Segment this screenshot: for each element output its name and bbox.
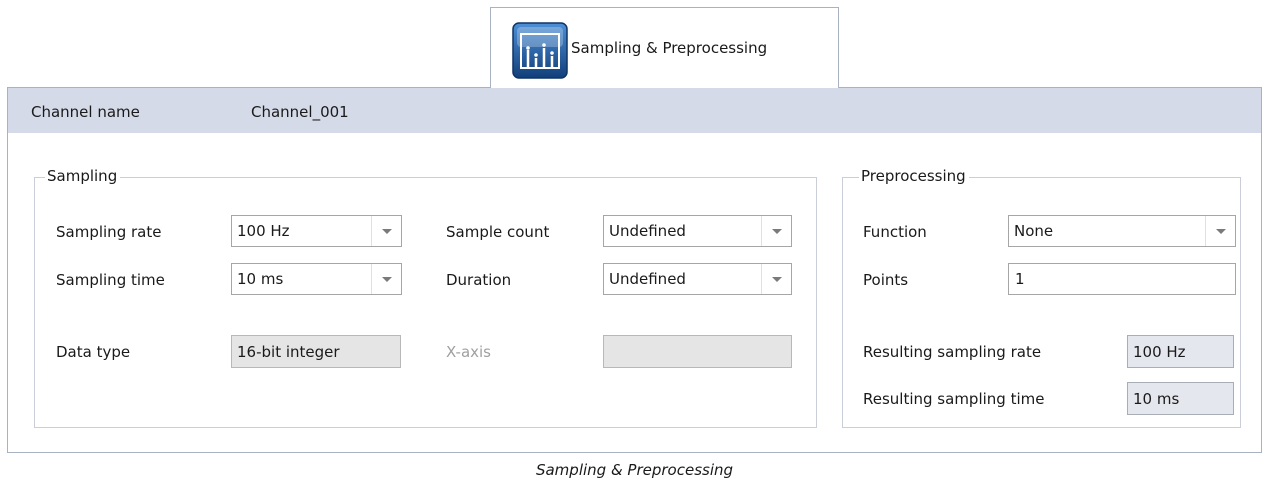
sampling-chart-icon <box>512 22 568 79</box>
function-value: None <box>1014 222 1054 240</box>
resulting-time-value: 10 ms <box>1133 390 1180 408</box>
data-type-value: 16-bit integer <box>237 343 340 361</box>
duration-label: Duration <box>446 271 512 289</box>
sampling-rate-select[interactable]: 100 Hz <box>231 215 402 247</box>
tab-label: Sampling & Preprocessing <box>571 39 768 57</box>
resulting-time-field: 10 ms <box>1127 382 1234 415</box>
preprocessing-legend: Preprocessing <box>859 167 969 185</box>
tab-sampling-preprocessing[interactable]: Sampling & Preprocessing <box>490 7 839 88</box>
settings-panel: Channel name Channel_001 Sampling Sampli… <box>7 87 1262 453</box>
resulting-rate-value: 100 Hz <box>1133 343 1186 361</box>
x-axis-label: X-axis <box>446 343 491 361</box>
chevron-down-icon[interactable] <box>761 264 791 294</box>
figure-caption: Sampling & Preprocessing <box>535 461 734 479</box>
duration-select[interactable]: Undefined <box>603 263 792 295</box>
function-label: Function <box>863 223 927 241</box>
sampling-time-value: 10 ms <box>237 270 284 288</box>
sampling-time-label: Sampling time <box>56 271 165 289</box>
sampling-legend: Sampling <box>45 167 121 185</box>
chevron-down-icon[interactable] <box>761 216 791 246</box>
channel-name-value: Channel_001 <box>251 103 349 121</box>
points-label: Points <box>863 271 909 289</box>
chevron-down-icon[interactable] <box>1205 216 1235 246</box>
sampling-rate-label: Sampling rate <box>56 223 162 241</box>
resulting-time-label: Resulting sampling time <box>863 390 1045 408</box>
resulting-rate-field: 100 Hz <box>1127 335 1234 368</box>
data-type-label: Data type <box>56 343 131 361</box>
chevron-down-icon[interactable] <box>371 216 401 246</box>
sampling-time-select[interactable]: 10 ms <box>231 263 402 295</box>
chevron-down-icon[interactable] <box>371 264 401 294</box>
sampling-rate-value: 100 Hz <box>237 222 290 240</box>
sample-count-label: Sample count <box>446 223 550 241</box>
x-axis-field <box>603 335 792 368</box>
points-input[interactable]: 1 <box>1008 263 1236 295</box>
data-type-field: 16-bit integer <box>231 335 401 368</box>
duration-value: Undefined <box>609 270 686 288</box>
function-select[interactable]: None <box>1008 215 1236 247</box>
sample-count-select[interactable]: Undefined <box>603 215 792 247</box>
channel-name-label: Channel name <box>31 103 140 121</box>
sample-count-value: Undefined <box>609 222 686 240</box>
channel-header: Channel name Channel_001 <box>8 87 1261 133</box>
points-value: 1 <box>1015 270 1025 288</box>
resulting-rate-label: Resulting sampling rate <box>863 343 1042 361</box>
